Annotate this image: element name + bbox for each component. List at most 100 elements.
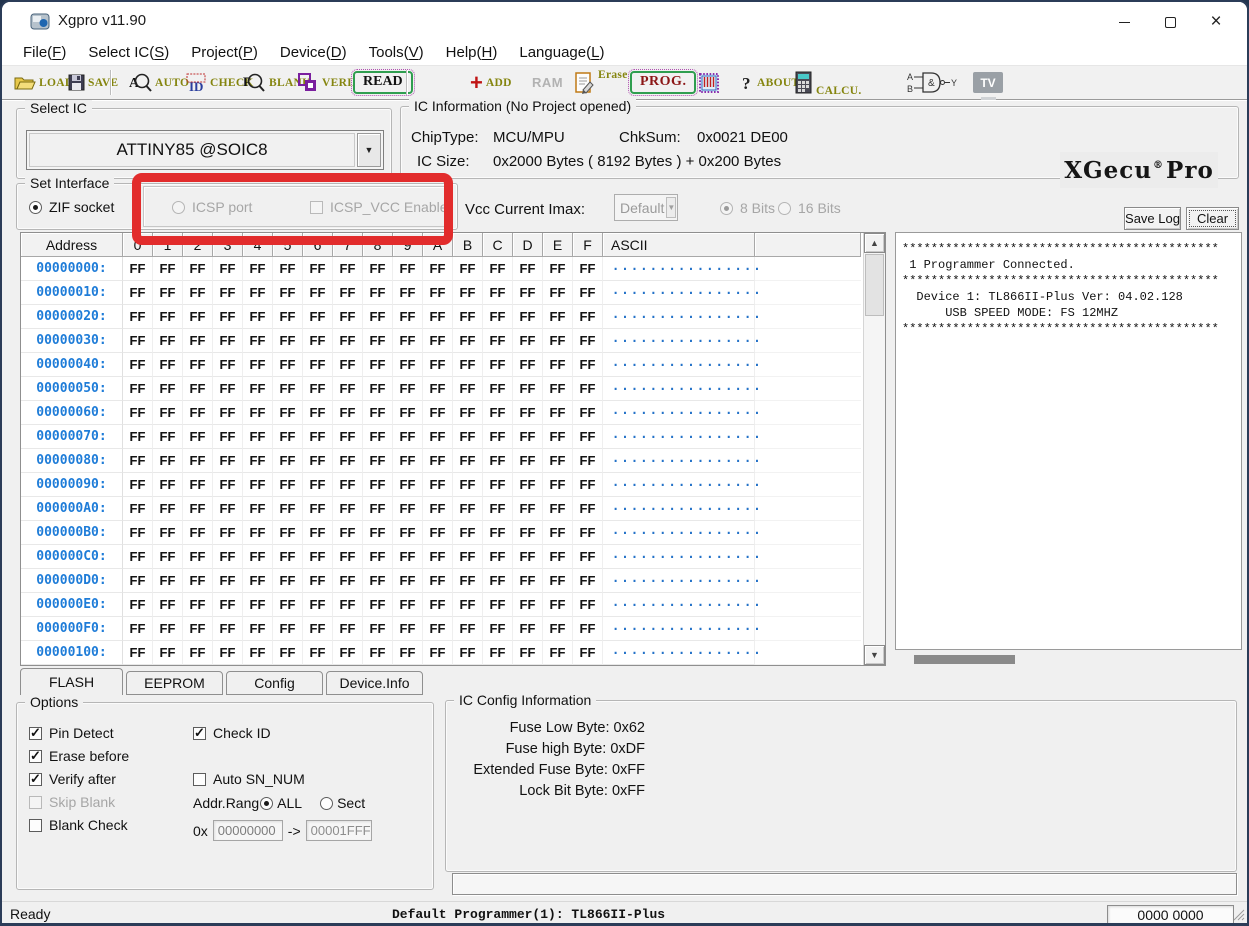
hex-byte-cell[interactable]: FF xyxy=(573,305,603,329)
hex-byte-cell[interactable]: FF xyxy=(243,401,273,425)
hex-byte-cell[interactable]: FF xyxy=(333,641,363,665)
hex-byte-cell[interactable]: FF xyxy=(213,545,243,569)
close-button[interactable]: × xyxy=(1193,2,1239,42)
hex-byte-cell[interactable]: FF xyxy=(153,497,183,521)
hex-byte-cell[interactable]: FF xyxy=(573,353,603,377)
hex-byte-cell[interactable]: FF xyxy=(363,617,393,641)
prog-button[interactable]: PROG. xyxy=(630,66,696,99)
calcu-button[interactable]: CALCU. xyxy=(795,66,862,99)
hex-byte-cell[interactable]: FF xyxy=(483,473,513,497)
hex-byte-cell[interactable]: FF xyxy=(303,641,333,665)
hex-byte-cell[interactable]: FF xyxy=(543,545,573,569)
hex-byte-cell[interactable]: FF xyxy=(543,497,573,521)
hex-byte-cell[interactable]: FF xyxy=(423,353,453,377)
hex-byte-cell[interactable]: FF xyxy=(543,401,573,425)
hex-byte-cell[interactable]: FF xyxy=(543,305,573,329)
hex-byte-cell[interactable]: FF xyxy=(513,593,543,617)
hex-byte-cell[interactable]: FF xyxy=(123,257,153,281)
zif-socket-radio[interactable]: ZIF socket xyxy=(29,199,114,215)
hex-byte-cell[interactable]: FF xyxy=(273,569,303,593)
hex-byte-cell[interactable]: FF xyxy=(513,353,543,377)
hex-byte-cell[interactable]: FF xyxy=(273,473,303,497)
hex-byte-cell[interactable]: FF xyxy=(303,257,333,281)
save-log-button[interactable]: Save Log xyxy=(1124,207,1181,230)
hex-byte-cell[interactable]: FF xyxy=(243,593,273,617)
hex-byte-cell[interactable]: FF xyxy=(213,305,243,329)
tab-config[interactable]: Config xyxy=(226,671,323,695)
hex-byte-cell[interactable]: FF xyxy=(333,593,363,617)
hex-byte-cell[interactable]: FF xyxy=(453,545,483,569)
hex-byte-cell[interactable]: FF xyxy=(303,425,333,449)
hex-byte-cell[interactable]: FF xyxy=(153,425,183,449)
menu-item-l[interactable]: Language(L) xyxy=(508,42,615,65)
hex-byte-cell[interactable]: FF xyxy=(363,425,393,449)
hex-byte-cell[interactable]: FF xyxy=(363,305,393,329)
hex-byte-cell[interactable]: FF xyxy=(123,449,153,473)
hex-byte-cell[interactable]: FF xyxy=(273,281,303,305)
hex-byte-cell[interactable]: FF xyxy=(393,569,423,593)
hex-byte-cell[interactable]: FF xyxy=(333,353,363,377)
hex-byte-cell[interactable]: FF xyxy=(123,497,153,521)
hex-byte-cell[interactable]: FF xyxy=(273,617,303,641)
hex-byte-cell[interactable]: FF xyxy=(423,593,453,617)
hex-byte-cell[interactable]: FF xyxy=(363,641,393,665)
hex-byte-cell[interactable]: FF xyxy=(573,521,603,545)
tv-button[interactable]: TV xyxy=(973,66,1003,99)
hex-byte-cell[interactable]: FF xyxy=(423,305,453,329)
hex-byte-cell[interactable]: FF xyxy=(333,257,363,281)
hex-byte-cell[interactable]: FF xyxy=(423,449,453,473)
hex-byte-cell[interactable]: FF xyxy=(213,521,243,545)
ic-select-dropdown-button[interactable]: ▼ xyxy=(357,133,381,167)
hex-byte-cell[interactable]: FF xyxy=(363,593,393,617)
hex-byte-cell[interactable]: FF xyxy=(573,473,603,497)
hex-byte-cell[interactable]: FF xyxy=(363,497,393,521)
hex-byte-cell[interactable]: FF xyxy=(273,329,303,353)
hex-byte-cell[interactable]: FF xyxy=(273,545,303,569)
hex-byte-cell[interactable]: FF xyxy=(363,329,393,353)
hex-byte-cell[interactable]: FF xyxy=(453,593,483,617)
hex-byte-cell[interactable]: FF xyxy=(153,353,183,377)
hex-byte-cell[interactable]: FF xyxy=(453,473,483,497)
hex-byte-cell[interactable]: FF xyxy=(483,305,513,329)
hex-byte-cell[interactable]: FF xyxy=(453,641,483,665)
hex-byte-cell[interactable]: FF xyxy=(483,545,513,569)
hex-byte-cell[interactable]: FF xyxy=(153,473,183,497)
hex-byte-cell[interactable]: FF xyxy=(153,305,183,329)
clear-button[interactable]: Clear xyxy=(1186,207,1239,230)
hex-byte-cell[interactable]: FF xyxy=(123,329,153,353)
hex-byte-cell[interactable]: FF xyxy=(303,377,333,401)
hex-byte-cell[interactable]: FF xyxy=(513,305,543,329)
hex-byte-cell[interactable]: FF xyxy=(393,497,423,521)
hex-byte-cell[interactable]: FF xyxy=(153,593,183,617)
hex-byte-cell[interactable]: FF xyxy=(243,329,273,353)
hex-byte-cell[interactable]: FF xyxy=(363,353,393,377)
hex-byte-cell[interactable]: FF xyxy=(363,257,393,281)
hex-byte-cell[interactable]: FF xyxy=(333,545,363,569)
hex-byte-cell[interactable]: FF xyxy=(513,281,543,305)
hex-byte-cell[interactable]: FF xyxy=(243,473,273,497)
ram-button[interactable]: RAM xyxy=(532,66,563,99)
hex-byte-cell[interactable]: FF xyxy=(273,353,303,377)
hex-byte-cell[interactable]: FF xyxy=(213,401,243,425)
hex-byte-cell[interactable]: FF xyxy=(483,401,513,425)
hex-byte-cell[interactable]: FF xyxy=(213,329,243,353)
hex-byte-cell[interactable]: FF xyxy=(303,449,333,473)
hex-vertical-scrollbar[interactable]: ▲ ▼ xyxy=(863,233,885,665)
hex-byte-cell[interactable]: FF xyxy=(183,257,213,281)
hex-byte-cell[interactable]: FF xyxy=(483,569,513,593)
hex-byte-cell[interactable]: FF xyxy=(183,329,213,353)
hex-byte-cell[interactable]: FF xyxy=(153,281,183,305)
hex-byte-cell[interactable]: FF xyxy=(213,641,243,665)
hex-byte-cell[interactable]: FF xyxy=(363,473,393,497)
hex-byte-cell[interactable]: FF xyxy=(183,401,213,425)
hex-byte-cell[interactable]: FF xyxy=(273,521,303,545)
hex-byte-cell[interactable]: FF xyxy=(543,377,573,401)
menu-item-h[interactable]: Help(H) xyxy=(435,42,509,65)
hex-byte-cell[interactable]: FF xyxy=(123,353,153,377)
hex-byte-cell[interactable]: FF xyxy=(363,521,393,545)
hex-byte-cell[interactable]: FF xyxy=(513,641,543,665)
hex-byte-cell[interactable]: FF xyxy=(213,425,243,449)
hex-byte-cell[interactable]: FF xyxy=(123,305,153,329)
hex-byte-cell[interactable]: FF xyxy=(183,497,213,521)
hex-byte-cell[interactable]: FF xyxy=(573,425,603,449)
